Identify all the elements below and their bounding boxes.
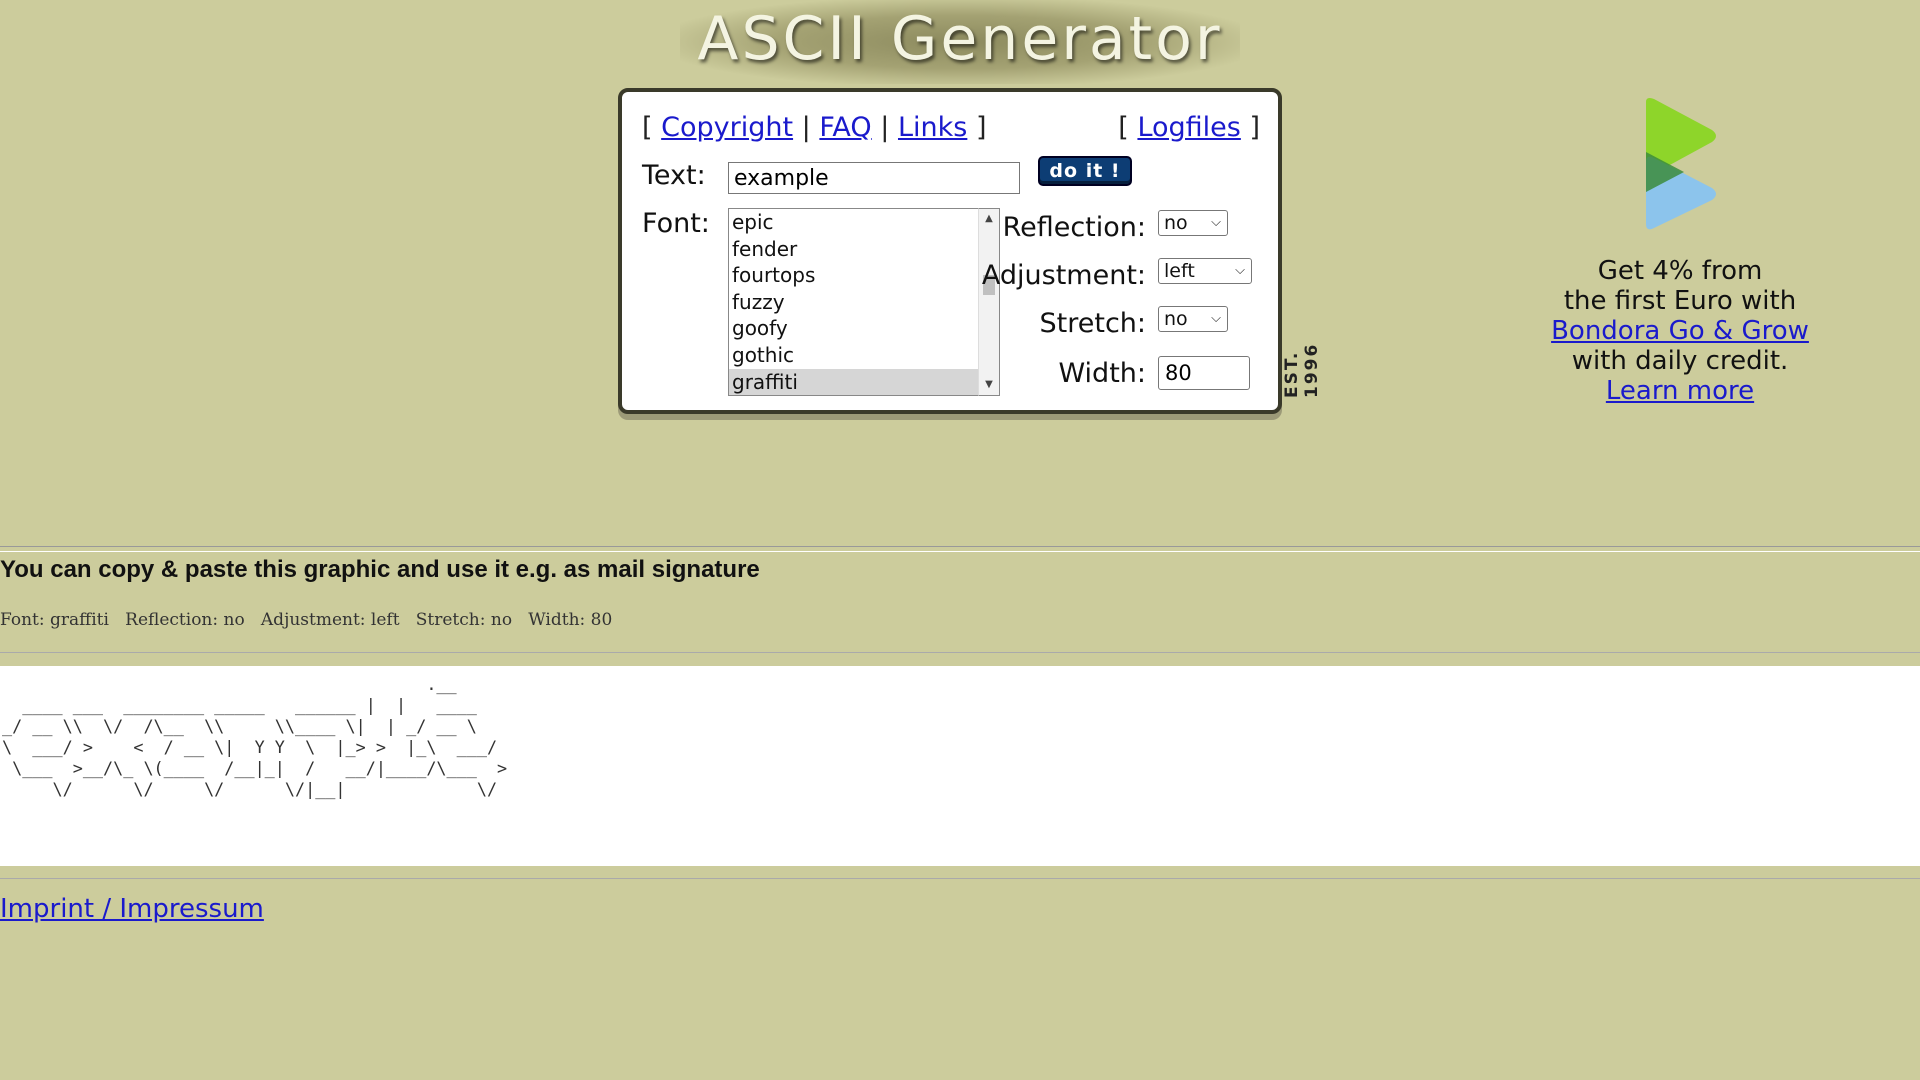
learn-more-link[interactable]: Learn more — [1606, 376, 1754, 406]
font-option[interactable]: fuzzy — [729, 289, 979, 316]
bondora-link[interactable]: Bondora Go & Grow — [1551, 316, 1809, 346]
stretch-select[interactable]: no ⌵ — [1158, 306, 1228, 332]
faq-link[interactable]: FAQ — [819, 112, 871, 143]
bracket: ] — [975, 112, 987, 143]
est-label: EST. 1996 — [1282, 342, 1322, 398]
copy-note: You can copy & paste this graphic and us… — [0, 556, 760, 583]
chevron-down-icon: ⌵ — [1211, 215, 1221, 230]
settings-summary: Font: graffiti Reflection: no Adjustment… — [0, 610, 613, 630]
ad-line: with daily credit. — [1571, 346, 1789, 376]
reflection-label: Reflection: — [1002, 212, 1146, 243]
adjustment-select[interactable]: left ⌵ — [1158, 258, 1252, 284]
generator-form: [ Copyright | FAQ | Links ] [ Logfiles ]… — [618, 88, 1282, 414]
font-option[interactable]: goofy — [729, 315, 979, 342]
bracket: [ — [642, 112, 653, 143]
reflection-value: no — [1164, 212, 1188, 234]
divider — [0, 878, 1920, 879]
separator: | — [880, 112, 890, 143]
separator: | — [801, 112, 811, 143]
logfiles-navigation: [ Logfiles ] — [1118, 112, 1260, 143]
font-list-scrollbar[interactable]: ▲ ▼ — [978, 208, 1000, 396]
font-option[interactable]: epic — [729, 209, 979, 236]
font-option[interactable]: fender — [729, 236, 979, 263]
stretch-value: no — [1164, 308, 1188, 330]
site-logo: ASCII Generator — [680, 0, 1240, 84]
do-it-button[interactable]: do it ! — [1038, 156, 1132, 186]
font-option[interactable]: fourtops — [729, 262, 979, 289]
divider — [0, 652, 1920, 653]
ascii-art[interactable]: .__ ____ ___ ________ _____ ______ | | _… — [0, 666, 1920, 800]
ad-block: Get 4% from the first Euro with Bondora … — [1480, 256, 1880, 406]
top-navigation: [ Copyright | FAQ | Links ] — [642, 112, 986, 143]
text-label: Text: — [642, 160, 706, 191]
font-label: Font: — [642, 208, 710, 239]
copyright-link[interactable]: Copyright — [661, 112, 793, 143]
font-option-selected[interactable]: graffiti — [729, 368, 979, 395]
chevron-down-icon: ⌵ — [1211, 311, 1221, 326]
chevron-down-icon: ⌵ — [1235, 263, 1245, 278]
bracket: [ — [1118, 112, 1129, 143]
font-listbox[interactable]: epic fender fourtops fuzzy goofy gothic … — [728, 208, 980, 396]
text-input[interactable] — [728, 162, 1020, 194]
font-option[interactable]: gothic — [729, 342, 979, 369]
reflection-select[interactable]: no ⌵ — [1158, 210, 1228, 236]
site-title: ASCII Generator — [697, 4, 1223, 74]
imprint-link[interactable]: Imprint / Impressum — [0, 894, 264, 924]
ad-line: Get 4% from — [1597, 256, 1763, 286]
width-input[interactable] — [1158, 356, 1250, 390]
bracket: ] — [1249, 112, 1260, 143]
stretch-label: Stretch: — [1039, 308, 1146, 339]
ad-line: the first Euro with — [1563, 286, 1797, 316]
scroll-down-arrow-icon[interactable]: ▼ — [979, 377, 999, 393]
scroll-up-arrow-icon[interactable]: ▲ — [979, 211, 999, 227]
adjustment-label: Adjustment: — [981, 260, 1146, 291]
logfiles-link[interactable]: Logfiles — [1137, 112, 1240, 143]
divider — [0, 546, 1920, 552]
bondora-logo-icon — [1646, 98, 1716, 230]
width-label: Width: — [1058, 358, 1146, 389]
adjustment-value: left — [1164, 260, 1195, 282]
links-link[interactable]: Links — [898, 112, 967, 143]
ascii-output[interactable]: .__ ____ ___ ________ _____ ______ | | _… — [0, 666, 1920, 866]
